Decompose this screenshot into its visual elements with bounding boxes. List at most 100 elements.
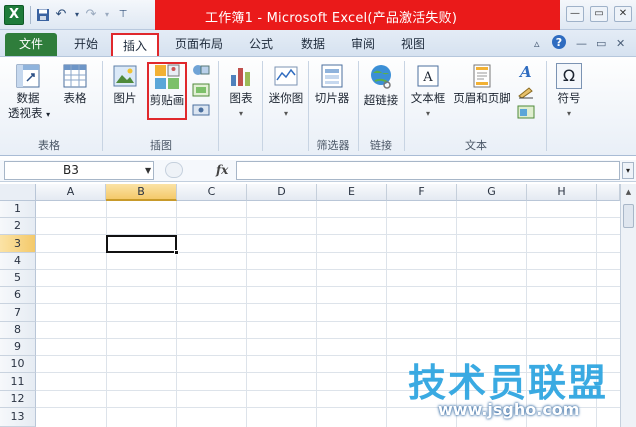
sparkline-label: 迷你图 [268, 91, 304, 105]
sparkline-button[interactable]: 迷你图 ▾ [266, 63, 306, 121]
table-icon [63, 64, 87, 88]
column-header-a[interactable]: A [36, 184, 106, 201]
column-header-d[interactable]: D [247, 184, 317, 201]
column-header-e[interactable]: E [317, 184, 387, 201]
shapes-button[interactable] [190, 63, 212, 81]
customize-icon[interactable]: ⊤ [114, 6, 132, 24]
select-all-corner[interactable] [0, 184, 36, 201]
tab-page-layout[interactable]: 页面布局 [168, 33, 230, 56]
scroll-up-icon[interactable]: ▲ [623, 188, 634, 196]
workbook-minimize-icon[interactable]: — [576, 37, 587, 50]
column-header-g[interactable]: G [457, 184, 527, 201]
tab-home[interactable]: 开始 [64, 33, 108, 56]
restore-icon[interactable]: ▭ [590, 6, 608, 22]
row-header-13[interactable]: 13 [0, 408, 36, 427]
group-divider [218, 61, 219, 151]
table-label: 表格 [63, 91, 87, 105]
pivot-table-label-2: 透视表 [8, 106, 43, 120]
help-icon[interactable]: ? [551, 34, 567, 53]
row-header-5[interactable]: 5 [0, 270, 36, 287]
object-button[interactable] [514, 105, 538, 123]
row-header-1[interactable]: 1 [0, 201, 36, 218]
ribbon-insert: 数据 透视表 ▾ 表格 表格 图片 剪贴画 插图 图表 ▾ 迷你图 ▾ 切片器 … [0, 56, 636, 156]
chart-label: 图表 [229, 91, 253, 105]
gridline [36, 321, 620, 322]
group-label-links: 链接 [370, 139, 392, 152]
textbox-button[interactable]: A 文本框 ▾ [408, 63, 448, 121]
ribbon-tabs: 文件 开始 插入 页面布局 公式 数据 审阅 视图 ▵ ? — ▭ ✕ [0, 30, 636, 57]
column-header-c[interactable]: C [177, 184, 247, 201]
symbol-button[interactable]: Ω 符号 ▾ [552, 63, 586, 121]
clip-art-highlight [147, 62, 187, 120]
signature-line-button[interactable] [514, 85, 538, 103]
column-header-h[interactable]: H [527, 184, 597, 201]
chevron-down-icon: ▾ [425, 109, 430, 118]
screenshot-icon [192, 104, 210, 116]
group-label-filter: 筛选器 [316, 139, 350, 152]
tab-file[interactable]: 文件 [5, 33, 57, 56]
row-header-2[interactable]: 2 [0, 218, 36, 235]
table-button[interactable]: 表格 [58, 63, 92, 106]
row-header-6[interactable]: 6 [0, 287, 36, 304]
row-header-9[interactable]: 9 [0, 339, 36, 356]
textbox-icon: A [417, 65, 439, 87]
active-cell[interactable] [106, 235, 177, 253]
workbook-close-icon[interactable]: ✕ [616, 37, 625, 50]
minimize-ribbon-icon[interactable]: ▵ [534, 37, 540, 50]
formula-bar-resize-handle[interactable] [165, 162, 183, 178]
chevron-down-icon: ▾ [238, 109, 243, 118]
minimize-icon[interactable]: — [566, 6, 584, 22]
tab-formulas[interactable]: 公式 [240, 33, 282, 56]
slicer-button[interactable]: 切片器 [312, 63, 352, 106]
save-icon[interactable] [34, 6, 52, 24]
vertical-scrollbar[interactable]: ▲ [620, 184, 636, 427]
workbook-restore-icon[interactable]: ▭ [596, 37, 606, 50]
window-title: 工作簿1 - Microsoft Excel(产品激活失败) [205, 11, 458, 26]
hyperlink-icon [371, 65, 391, 89]
title-bar: X ↶ ▾ ↷ ▾ ⊤ 工作簿1 - Microsoft Excel(产品激活失… [0, 0, 636, 30]
close-icon[interactable]: ✕ [614, 6, 632, 22]
picture-button[interactable]: 图片 [108, 63, 142, 106]
formula-input[interactable] [236, 161, 620, 180]
row-header-12[interactable]: 12 [0, 391, 36, 408]
scrollbar-thumb[interactable] [623, 204, 634, 228]
hyperlink-button[interactable]: 超链接 [360, 63, 402, 108]
omega-icon: Ω [556, 63, 582, 89]
wordart-button[interactable]: A [514, 63, 538, 83]
tab-data[interactable]: 数据 [292, 33, 334, 56]
slicer-icon [321, 64, 343, 88]
row-header-10[interactable]: 10 [0, 356, 36, 373]
row-header-7[interactable]: 7 [0, 304, 36, 322]
expand-formula-bar-icon[interactable]: ▾ [622, 162, 634, 179]
tab-review[interactable]: 审阅 [342, 33, 384, 56]
column-header-f[interactable]: F [387, 184, 457, 201]
row-header-4[interactable]: 4 [0, 253, 36, 270]
group-divider [102, 61, 103, 151]
insert-function-icon[interactable]: fx [216, 163, 228, 177]
chevron-down-icon[interactable]: ▼ [145, 166, 151, 175]
column-header-partial[interactable] [597, 184, 620, 201]
signature-line-icon [518, 87, 533, 99]
excel-icon[interactable]: X [4, 5, 24, 25]
fill-handle[interactable] [174, 250, 179, 255]
smartart-icon [192, 83, 210, 97]
tab-insert[interactable]: 插入 [111, 33, 159, 57]
column-header-b[interactable]: B [106, 184, 177, 201]
smartart-button[interactable] [190, 83, 212, 101]
header-footer-button[interactable]: 页眉和页脚 [452, 63, 512, 106]
header-footer-label: 页眉和页脚 [453, 91, 511, 105]
gridline [36, 269, 620, 270]
chevron-down-icon: ▾ [283, 109, 288, 118]
name-box[interactable]: B3 [4, 161, 154, 180]
row-header-8[interactable]: 8 [0, 322, 36, 339]
tab-view[interactable]: 视图 [392, 33, 434, 56]
pivot-table-label-1: 数据 [16, 91, 40, 105]
screenshot-button[interactable] [190, 103, 212, 121]
chart-button[interactable]: 图表 ▾ [224, 63, 258, 121]
row-header-11[interactable]: 11 [0, 373, 36, 391]
pivot-table-icon [16, 64, 40, 88]
group-divider [262, 61, 263, 151]
row-header-3[interactable]: 3 [0, 235, 36, 253]
svg-text:?: ? [556, 36, 562, 49]
pivot-table-button[interactable]: 数据 透视表 ▾ [8, 63, 50, 122]
